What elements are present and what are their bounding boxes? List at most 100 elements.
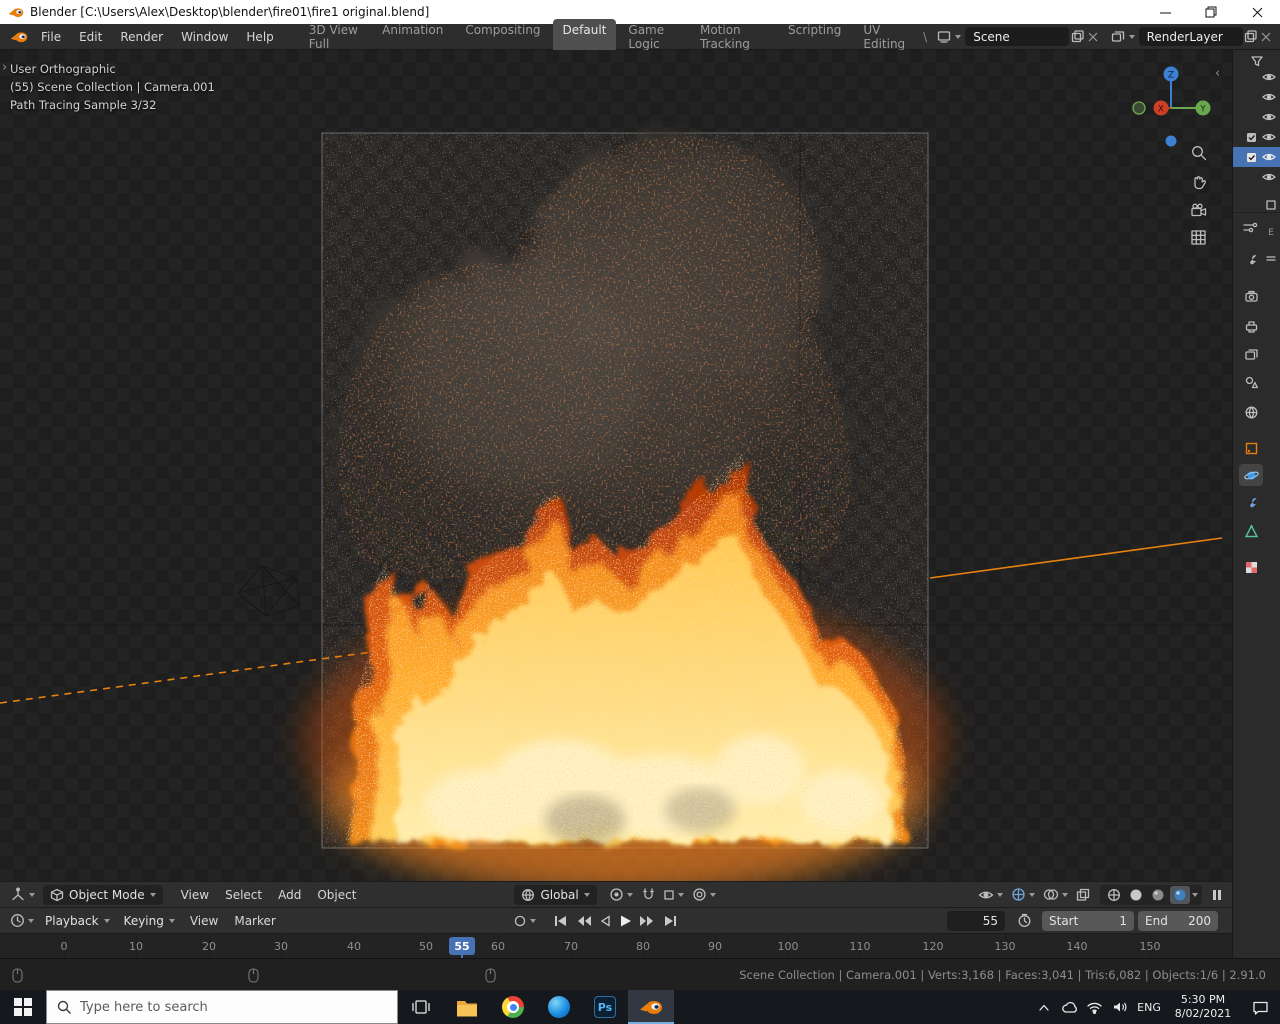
new-scene-button[interactable] <box>1069 27 1085 46</box>
tab-render-properties[interactable] <box>1239 285 1263 307</box>
3d-viewport[interactable]: › User Orthographic (55) Scene Collectio… <box>0 50 1232 881</box>
render-layer-field[interactable]: RenderLayer <box>1138 27 1243 46</box>
jump-to-start-button[interactable] <box>552 914 569 928</box>
current-frame-field[interactable]: 55 <box>947 910 1005 931</box>
auto-keying-button[interactable] <box>509 914 540 928</box>
frame-end-field[interactable]: End 200 <box>1138 910 1218 931</box>
toolbar-expand-arrow[interactable]: › <box>2 60 7 75</box>
search-input[interactable] <box>80 999 350 1015</box>
network-icon[interactable] <box>1082 990 1107 1024</box>
play-reverse-button[interactable] <box>598 914 612 928</box>
zoom-tool-icon[interactable] <box>1190 144 1208 162</box>
timeline-ruler[interactable]: 0 10 20 30 40 50 60 70 80 90 100 110 120… <box>0 933 1232 959</box>
chrome-icon[interactable] <box>490 990 536 1024</box>
new-view-layer-button[interactable] <box>1243 27 1259 46</box>
gizmo-neg-y-ball[interactable] <box>1132 101 1146 115</box>
outliner-row[interactable] <box>1233 87 1280 107</box>
volume-icon[interactable] <box>1107 990 1132 1024</box>
browse-view-layer-button[interactable] <box>1107 30 1139 43</box>
tab-tool-properties[interactable] <box>1239 249 1263 271</box>
outliner-filter-icon[interactable] <box>1233 50 1280 67</box>
checkbox-icon[interactable] <box>1246 152 1257 163</box>
viewport-render[interactable] <box>0 50 1232 881</box>
collapsed-panel-grip-icon[interactable] <box>1266 256 1276 262</box>
outliner-row[interactable] <box>1233 127 1280 147</box>
next-keyframe-button[interactable] <box>639 914 656 928</box>
jump-to-end-button[interactable] <box>662 914 679 928</box>
sidebar-collapse-arrow[interactable]: ‹ <box>1215 66 1220 81</box>
restore-button[interactable] <box>1188 0 1234 24</box>
taskbar-search[interactable] <box>46 990 398 1024</box>
browse-scene-button[interactable] <box>933 30 965 43</box>
tab-texture-properties[interactable] <box>1239 556 1263 578</box>
task-view-button[interactable] <box>398 990 444 1024</box>
outliner-row[interactable] <box>1233 107 1280 127</box>
unlink-scene-button[interactable] <box>1085 27 1101 46</box>
menu-render[interactable]: Render <box>111 26 172 48</box>
tab-data-properties[interactable] <box>1239 520 1263 542</box>
snap-settings-dropdown[interactable] <box>659 889 688 901</box>
tab-world-properties[interactable] <box>1239 401 1263 423</box>
play-button[interactable] <box>618 914 633 928</box>
tab-object-properties[interactable] <box>1239 437 1263 459</box>
shading-dropdown-chevron[interactable] <box>1192 892 1198 897</box>
eye-icon[interactable] <box>1262 152 1276 162</box>
tab-scene-properties[interactable] <box>1239 371 1263 393</box>
scene-name-field[interactable]: Scene <box>965 27 1070 46</box>
pivot-point-dropdown[interactable] <box>605 887 637 902</box>
menu-window[interactable]: Window <box>172 26 237 48</box>
eye-icon[interactable] <box>1262 172 1276 182</box>
frame-start-field[interactable]: Start 1 <box>1042 910 1134 931</box>
outliner-row-selected[interactable] <box>1233 147 1280 167</box>
shading-rendered-button[interactable] <box>1170 885 1190 904</box>
outliner-row[interactable] <box>1233 67 1280 87</box>
pan-hand-icon[interactable] <box>1190 173 1208 191</box>
collapsed-panel-icon[interactable] <box>1266 200 1276 210</box>
transform-orientation-dropdown[interactable]: Global <box>514 884 597 905</box>
mode-dropdown[interactable]: Object Mode <box>43 884 163 905</box>
proportional-editing-dropdown[interactable] <box>688 887 720 902</box>
tab-modifier-properties[interactable] <box>1239 492 1263 514</box>
photoshop-icon[interactable]: Ps <box>582 990 628 1024</box>
timeline-menu-view[interactable]: View <box>182 914 226 928</box>
gizmos-dropdown[interactable] <box>1007 887 1039 902</box>
outliner-row[interactable] <box>1233 167 1280 187</box>
eye-icon[interactable] <box>1262 132 1276 142</box>
action-center-icon[interactable] <box>1240 990 1280 1024</box>
shading-wireframe-button[interactable] <box>1104 886 1124 904</box>
clock[interactable]: 5:30 PM 8/02/2021 <box>1166 990 1240 1024</box>
remove-view-layer-button[interactable] <box>1258 27 1274 46</box>
grid-toggle-icon[interactable] <box>1190 229 1207 246</box>
tab-output-properties[interactable] <box>1239 315 1263 337</box>
overlays-dropdown[interactable] <box>1039 888 1072 901</box>
render-pause-button[interactable] <box>1208 889 1226 901</box>
viewport-menu-object[interactable]: Object <box>309 888 364 902</box>
language-indicator[interactable]: ENG <box>1132 990 1166 1024</box>
object-visibility-dropdown[interactable] <box>974 889 1007 901</box>
tray-chevron-icon[interactable] <box>1031 990 1057 1024</box>
tab-physics-properties[interactable] <box>1239 464 1263 486</box>
properties-filter-dropdown[interactable] <box>1239 217 1263 239</box>
file-explorer-icon[interactable] <box>444 990 490 1024</box>
minimize-button[interactable] <box>1142 0 1188 24</box>
timeline-menu-marker[interactable]: Marker <box>226 914 283 928</box>
blender-logo-icon[interactable] <box>10 30 28 43</box>
editor-type-button[interactable] <box>6 887 39 902</box>
menu-file[interactable]: File <box>32 26 70 48</box>
close-button[interactable] <box>1234 0 1280 24</box>
prev-keyframe-button[interactable] <box>575 914 592 928</box>
viewport-menu-select[interactable]: Select <box>217 888 270 902</box>
menu-edit[interactable]: Edit <box>70 26 111 48</box>
gizmo-neg-z-ball[interactable] <box>1165 135 1177 147</box>
use-preview-range-toggle[interactable] <box>1013 913 1036 928</box>
shading-material-button[interactable] <box>1148 886 1168 904</box>
viewport-menu-add[interactable]: Add <box>270 888 309 902</box>
start-button[interactable] <box>0 990 46 1024</box>
navigation-gizmo[interactable]: Z X Y <box>1128 58 1220 150</box>
timeline-playhead[interactable]: 55 <box>449 937 475 959</box>
shading-solid-button[interactable] <box>1126 886 1146 904</box>
checkbox-icon[interactable] <box>1246 132 1257 143</box>
timeline-editor-type-button[interactable] <box>6 913 38 928</box>
blue-app-icon[interactable] <box>536 990 582 1024</box>
camera-view-icon[interactable] <box>1189 202 1208 218</box>
